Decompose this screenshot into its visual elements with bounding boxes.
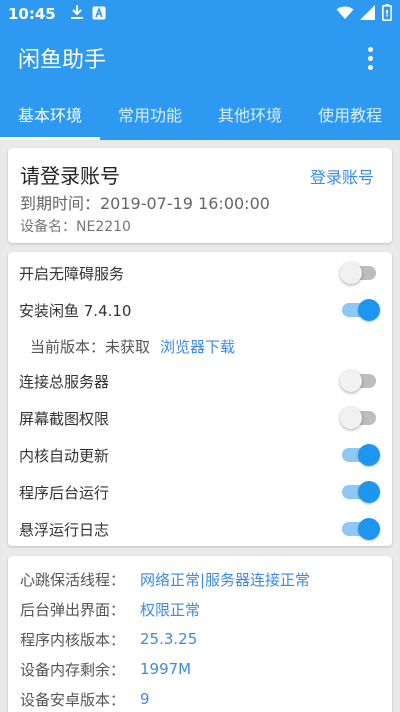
signal-icon [360,4,376,24]
download-icon [70,4,84,24]
info-row-android: 设备安卓版本： 9 [20,685,150,712]
battery-icon: ! [382,3,392,25]
setting-row-background-run: 程序后台运行 [19,474,380,510]
expire-time: 到期时间：2019-07-19 16:00:00 [20,194,270,213]
tab-common-functions[interactable]: 常用功能 [100,88,200,140]
info-key: 心跳保活线程： [20,570,126,589]
setting-label: 屏幕截图权限 [19,409,110,428]
connect-server-toggle[interactable] [340,369,380,393]
current-version-row: 当前版本：未获取 浏览器下载 [30,331,235,361]
status-time: 10:45 [8,5,56,23]
setting-row-connect-server: 连接总服务器 [19,363,380,399]
app-title: 闲鱼助手 [18,48,107,73]
setting-row-install: 安装闲鱼 7.4.10 [19,292,380,328]
setting-row-accessibility: 开启无障碍服务 [19,255,380,291]
status-bar: 10:45 ! [0,0,400,28]
setting-label: 连接总服务器 [19,372,110,391]
more-vert-icon[interactable] [358,43,382,73]
setting-label: 开启无障碍服务 [19,264,125,283]
setting-label: 内核自动更新 [19,446,110,465]
setting-row-screenshot: 屏幕截图权限 [19,400,380,436]
info-value: 网络正常|服务器连接正常 [140,570,311,589]
browser-download-link[interactable]: 浏览器下载 [160,336,235,357]
app-bar: 闲鱼助手 [0,28,400,88]
float-log-toggle[interactable] [340,517,380,541]
info-row-heartbeat: 心跳保活线程： 网络正常|服务器连接正常 [20,565,310,593]
info-key: 程序内核版本： [20,630,126,649]
settings-card: 开启无障碍服务 安装闲鱼 7.4.10 当前版本：未获取 浏览器下载 连接总服务… [8,252,392,546]
wifi-icon [336,5,354,24]
tab-bar: 基本环境 常用功能 其他环境 使用教程 [0,88,400,140]
info-value: 9 [140,690,150,708]
device-name: 设备名：NE2210 [20,219,131,235]
info-key: 设备内存剩余： [20,660,126,679]
tab-tutorial[interactable]: 使用教程 [300,88,400,140]
info-value: 25.3.25 [140,630,198,648]
setting-row-float-log: 悬浮运行日志 [19,511,380,547]
setting-label: 安装闲鱼 7.4.10 [19,301,132,320]
status-info-card: 心跳保活线程： 网络正常|服务器连接正常 后台弹出界面： 权限正常 程序内核版本… [8,556,392,712]
auto-update-toggle[interactable] [340,443,380,467]
login-link[interactable]: 登录账号 [310,164,374,188]
setting-label: 程序后台运行 [19,483,110,502]
info-row-kernel: 程序内核版本： 25.3.25 [20,625,197,653]
info-row-memory: 设备内存剩余： 1997M [20,655,191,683]
install-toggle[interactable] [340,298,380,322]
info-value: 1997M [140,660,192,678]
info-key: 设备安卓版本： [20,690,126,709]
info-key: 后台弹出界面： [20,600,126,619]
account-title: 请登录账号 [20,164,120,188]
info-row-popup: 后台弹出界面： 权限正常 [20,595,200,623]
tab-basic-env[interactable]: 基本环境 [0,88,100,140]
background-run-toggle[interactable] [340,480,380,504]
current-version-label: 当前版本：未获取 [30,337,151,356]
info-value: 权限正常 [140,600,201,619]
svg-text:!: ! [385,9,389,19]
setting-row-auto-update: 内核自动更新 [19,437,380,473]
tab-other-env[interactable]: 其他环境 [200,88,300,140]
screenshot-toggle[interactable] [340,406,380,430]
setting-label: 悬浮运行日志 [19,520,110,539]
a-notification-icon [92,5,106,24]
accessibility-toggle[interactable] [340,261,380,285]
account-card: 请登录账号 登录账号 到期时间：2019-07-19 16:00:00 设备名：… [8,148,392,243]
